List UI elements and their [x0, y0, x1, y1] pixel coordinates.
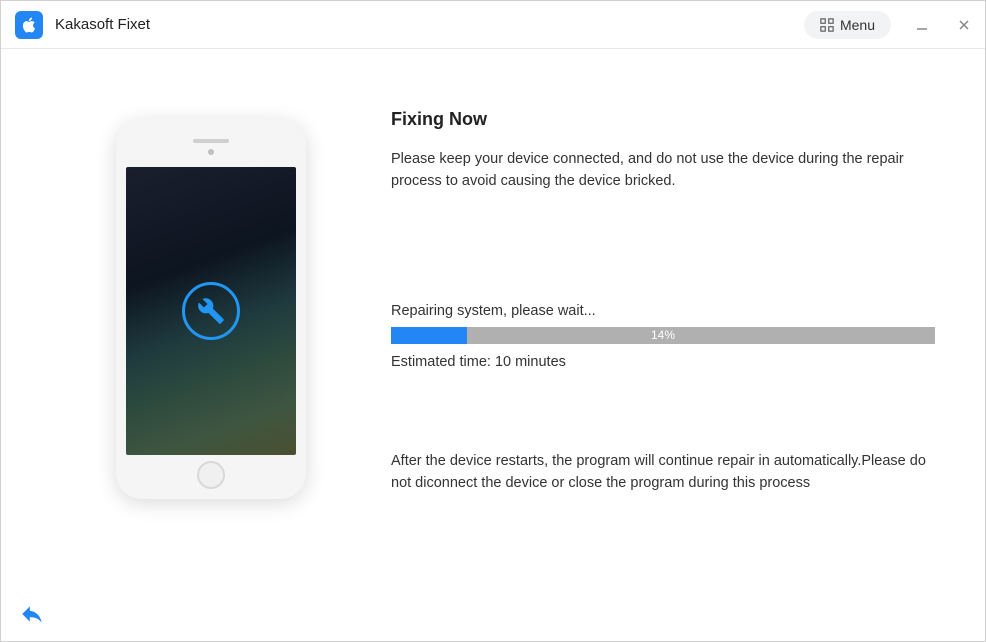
progress-bar: 14% — [391, 327, 935, 344]
app-window: Kakasoft Fixet Menu — [0, 0, 986, 642]
device-illustration-pane — [31, 109, 391, 591]
back-button[interactable] — [19, 601, 45, 632]
phone-speaker — [193, 139, 229, 143]
minimize-button[interactable] — [915, 18, 929, 32]
phone-camera — [208, 149, 214, 155]
bottom-bar — [1, 591, 985, 641]
footnote-text: After the device restarts, the program w… — [391, 450, 935, 495]
phone-illustration — [116, 119, 306, 499]
close-button[interactable] — [957, 18, 971, 32]
menu-label: Menu — [840, 17, 875, 33]
info-pane: Fixing Now Please keep your device conne… — [391, 109, 955, 591]
description-text: Please keep your device connected, and d… — [391, 148, 935, 193]
close-icon — [957, 18, 971, 32]
menu-button[interactable]: Menu — [804, 11, 891, 39]
titlebar: Kakasoft Fixet Menu — [1, 1, 985, 49]
app-logo-icon — [15, 11, 43, 39]
estimated-time: Estimated time: 10 minutes — [391, 354, 935, 370]
window-controls — [915, 18, 971, 32]
wrench-icon — [182, 282, 240, 340]
back-arrow-icon — [19, 601, 45, 627]
minimize-icon — [915, 18, 929, 32]
phone-screen — [126, 167, 296, 455]
status-label: Repairing system, please wait... — [391, 303, 935, 319]
phone-home-button — [197, 461, 225, 489]
grid-menu-icon — [820, 18, 834, 32]
app-title: Kakasoft Fixet — [55, 16, 804, 33]
content-area: Fixing Now Please keep your device conne… — [1, 49, 985, 591]
page-heading: Fixing Now — [391, 109, 935, 130]
progress-text: 14% — [391, 327, 935, 344]
